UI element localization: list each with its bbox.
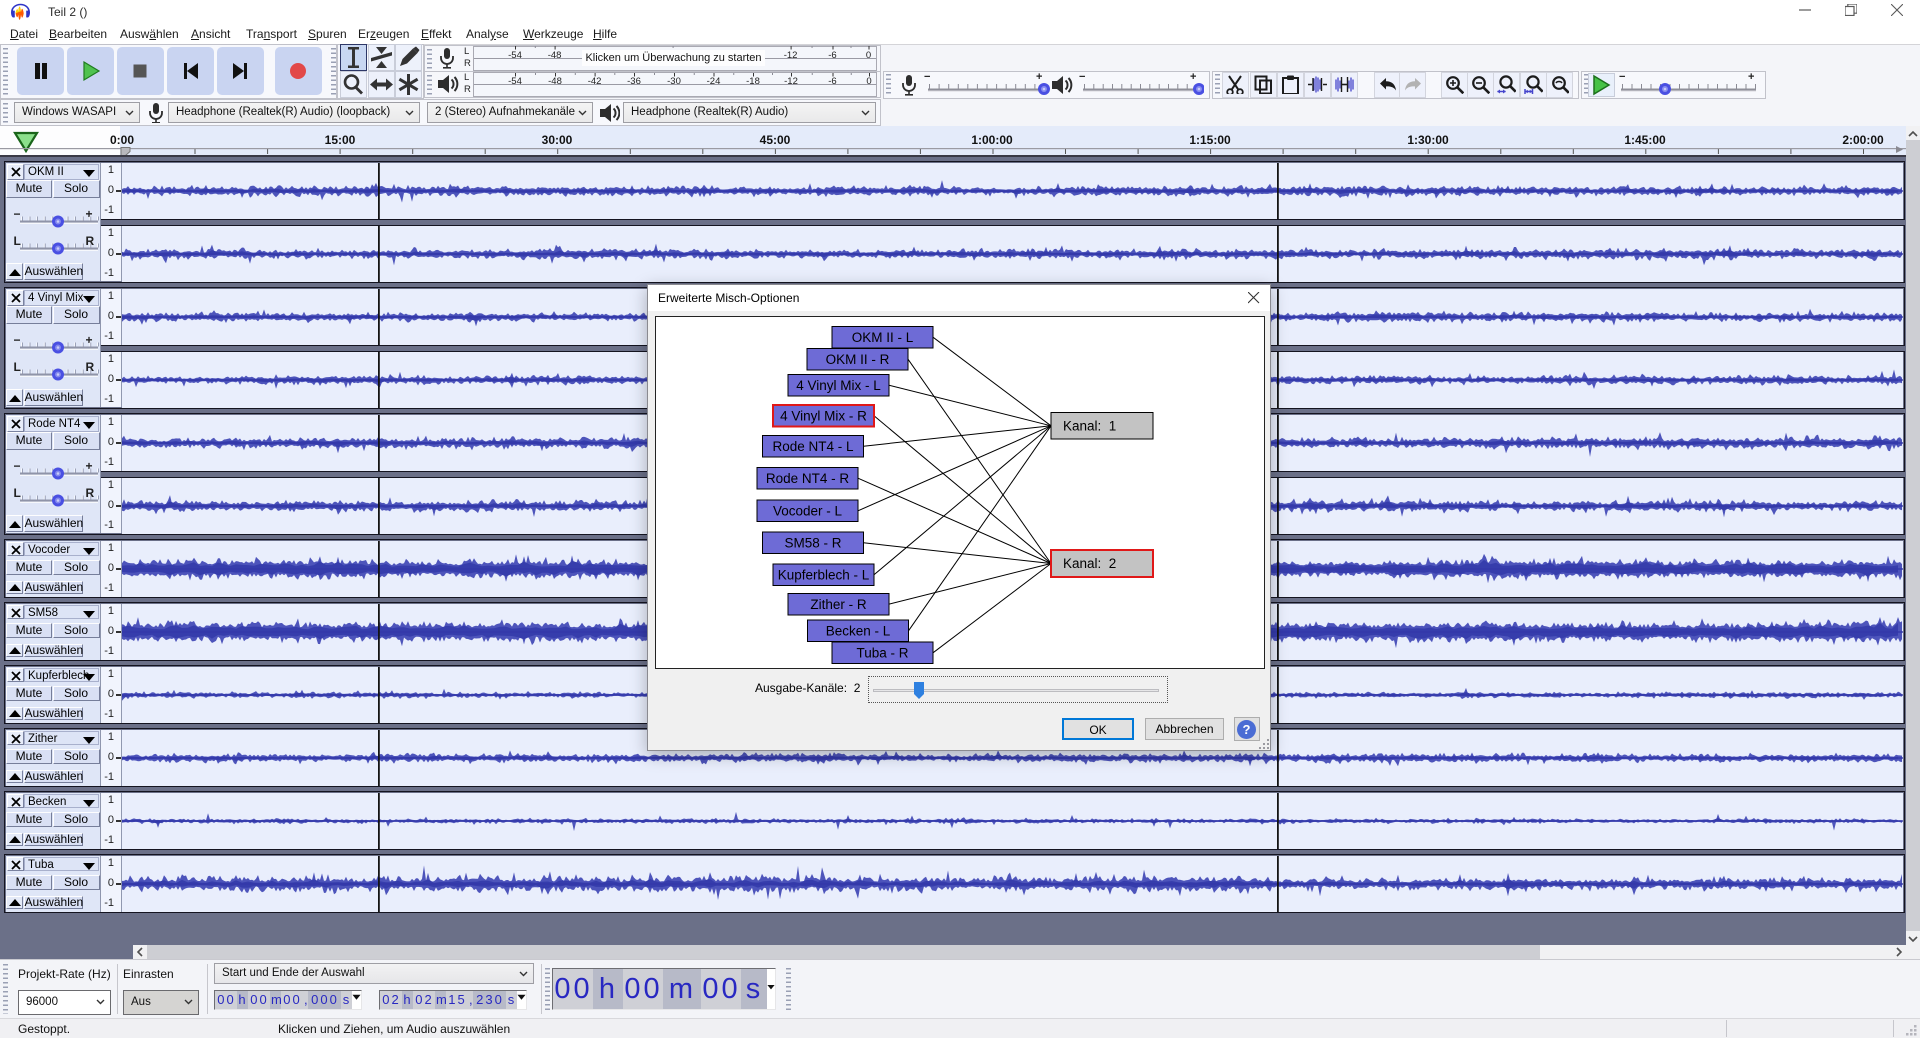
svg-text:Rode NT4 - R: Rode NT4 - R <box>766 471 850 486</box>
svg-text:Rode NT4 - L: Rode NT4 - L <box>772 439 854 454</box>
svg-text:OKM II - R: OKM II - R <box>826 352 890 367</box>
svg-text:Kanal: 1: Kanal: 1 <box>1063 419 1116 434</box>
svg-text:OKM II - L: OKM II - L <box>852 330 914 345</box>
svg-text:Kupferblech - L: Kupferblech - L <box>778 568 870 583</box>
svg-text:4 Vinyl Mix - R: 4 Vinyl Mix - R <box>780 409 867 424</box>
svg-text:Kanal: 2: Kanal: 2 <box>1063 556 1116 571</box>
svg-text:Becken - L: Becken - L <box>826 624 891 639</box>
svg-text:Tuba - R: Tuba - R <box>856 646 908 661</box>
svg-text:SM58 - R: SM58 - R <box>784 536 841 551</box>
svg-text:Zither - R: Zither - R <box>810 597 867 612</box>
svg-text:4 Vinyl Mix - L: 4 Vinyl Mix - L <box>796 378 881 393</box>
svg-text:Vocoder - L: Vocoder - L <box>773 504 843 519</box>
